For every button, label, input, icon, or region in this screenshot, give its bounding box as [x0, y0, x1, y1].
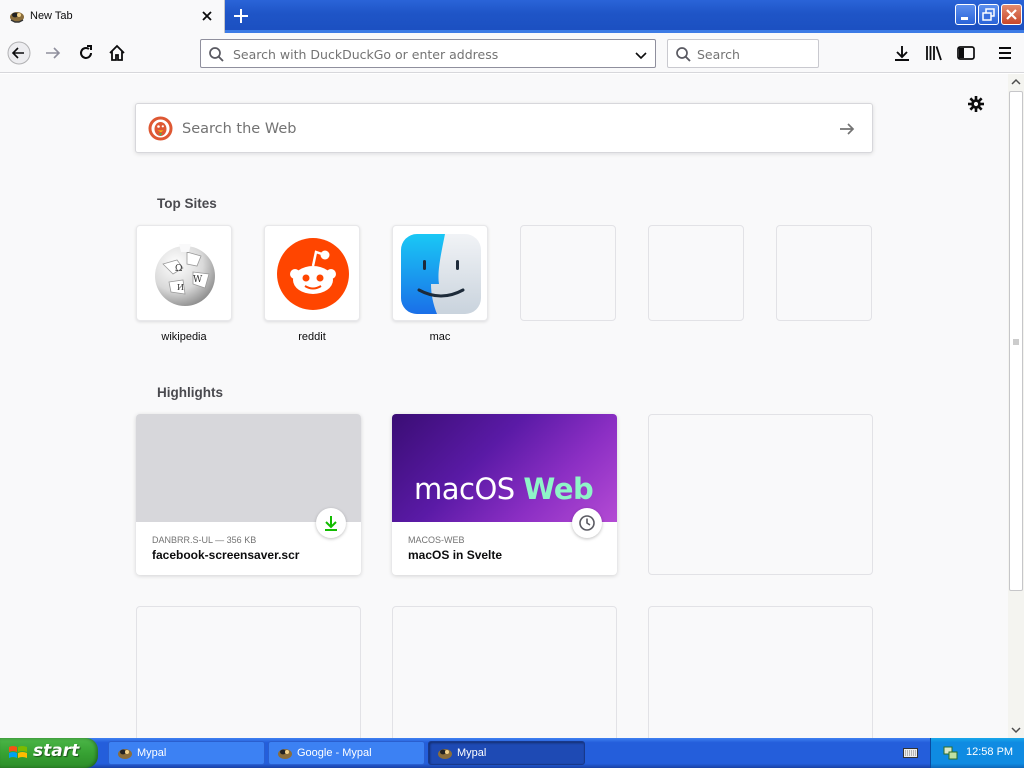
search-icon	[209, 47, 224, 62]
thumbnail-text: macOS Web	[414, 472, 594, 506]
top-sites-heading: Top Sites	[157, 196, 217, 211]
svg-text:W: W	[193, 275, 203, 285]
downloads-icon[interactable]	[890, 41, 914, 65]
search-bar[interactable]	[667, 39, 819, 68]
keyboard-icon[interactable]	[903, 747, 918, 759]
windows-flag-icon	[9, 746, 27, 758]
svg-text:И: И	[177, 283, 184, 292]
taskbar-item-label: Google - Mypal	[297, 747, 372, 759]
hamburger-menu-icon[interactable]	[993, 41, 1017, 65]
thumbnail-text-macos: macOS	[414, 472, 515, 506]
visited-badge	[572, 508, 602, 538]
highlight-card-macos-web[interactable]: macOS Web MACOS-WEB macOS in Svelte	[392, 414, 617, 575]
close-tab-icon[interactable]	[199, 8, 215, 24]
clock-icon	[579, 515, 595, 531]
highlight-placeholder	[648, 606, 873, 738]
top-site-placeholder[interactable]	[520, 225, 616, 321]
new-tab-page: Top Sites Ω W И wikipedia	[0, 74, 1008, 738]
highlight-title: macOS in Svelte	[408, 548, 503, 562]
web-search-box[interactable]	[135, 103, 873, 153]
reddit-alien-icon	[277, 238, 349, 310]
address-bar[interactable]	[200, 39, 656, 68]
download-icon	[325, 516, 337, 531]
start-button[interactable]: start	[0, 738, 98, 768]
mypal-app-icon	[438, 749, 452, 759]
address-input[interactable]	[233, 44, 628, 64]
taskbar-item-mypal[interactable]: Mypal	[108, 741, 265, 765]
close-window-button[interactable]	[1001, 4, 1022, 25]
chevron-down-icon[interactable]	[633, 47, 649, 63]
library-icon[interactable]	[922, 41, 946, 65]
system-tray: 12:58 PM	[930, 738, 1024, 768]
top-site-tile[interactable]	[392, 225, 488, 321]
taskbar-item-label: Mypal	[457, 747, 487, 759]
minimize-button[interactable]	[955, 4, 976, 25]
taskbar-item-mypal-active[interactable]: Mypal	[428, 741, 585, 765]
restore-icon	[982, 8, 995, 21]
new-tab-plus-icon[interactable]	[230, 6, 252, 26]
top-site-placeholder[interactable]	[648, 225, 744, 321]
search-icon	[676, 47, 691, 62]
reload-icon[interactable]	[74, 41, 98, 65]
top-site-mac[interactable]: mac	[392, 225, 488, 343]
top-site-empty[interactable]	[776, 225, 872, 321]
top-site-tile[interactable]	[264, 225, 360, 321]
search-input[interactable]	[697, 44, 812, 64]
gear-icon[interactable]	[966, 94, 986, 114]
web-search-input[interactable]	[182, 118, 822, 140]
highlight-placeholder	[392, 606, 617, 738]
forward-arrow-icon[interactable]	[41, 41, 65, 65]
top-site-label: mac	[429, 331, 451, 343]
top-site-placeholder[interactable]	[776, 225, 872, 321]
duckduckgo-logo-icon	[148, 116, 173, 141]
highlight-thumbnail: macOS Web	[392, 414, 617, 522]
highlights-heading: Highlights	[157, 385, 223, 400]
thumbnail-text-web: Web	[523, 472, 594, 506]
minimize-icon	[961, 17, 968, 20]
top-site-empty[interactable]	[520, 225, 616, 321]
tab-new-tab[interactable]: New Tab	[0, 0, 225, 33]
clock: 12:58 PM	[966, 746, 1014, 758]
taskbar-item-label: Mypal	[137, 747, 167, 759]
navigation-toolbar	[0, 33, 1024, 73]
highlight-placeholder	[136, 606, 361, 738]
download-badge	[316, 508, 346, 538]
top-site-wikipedia[interactable]: Ω W И wikipedia	[136, 225, 232, 343]
top-site-label: reddit	[298, 331, 326, 343]
mypal-app-icon	[118, 749, 132, 759]
wikipedia-globe-icon: Ω W И	[155, 244, 215, 306]
highlight-card-download[interactable]: DANBRR.S-UL — 356 KB facebook-screensave…	[136, 414, 361, 575]
mypal-app-icon	[278, 749, 292, 759]
back-arrow-icon[interactable]	[7, 41, 31, 65]
mypal-favicon-icon	[10, 12, 24, 23]
network-icon[interactable]	[943, 745, 959, 761]
start-label: start	[33, 741, 80, 761]
arrow-right-icon[interactable]	[837, 119, 857, 139]
sidebar-icon[interactable]	[954, 41, 978, 65]
tab-title: New Tab	[30, 10, 73, 22]
top-site-tile[interactable]: Ω W И	[136, 225, 232, 321]
highlight-thumbnail	[136, 414, 361, 522]
close-window-icon	[1006, 9, 1017, 20]
scroll-down-arrow-icon[interactable]	[1008, 722, 1024, 738]
macos-finder-icon	[401, 234, 481, 314]
svg-text:Ω: Ω	[175, 264, 182, 274]
top-site-empty[interactable]	[648, 225, 744, 321]
vertical-scrollbar[interactable]	[1008, 74, 1024, 738]
taskbar: start Mypal Google - Mypal Mypal 12:58 P…	[0, 738, 1024, 768]
taskbar-item-google-mypal[interactable]: Google - Mypal	[268, 741, 425, 765]
home-icon[interactable]	[105, 41, 129, 65]
top-site-reddit[interactable]: reddit	[264, 225, 360, 343]
grip-icon	[1013, 339, 1019, 345]
restore-button[interactable]	[978, 4, 999, 25]
highlight-placeholder	[648, 414, 873, 575]
highlight-title: facebook-screensaver.scr	[152, 548, 300, 562]
top-site-label: wikipedia	[161, 331, 207, 343]
scroll-up-arrow-icon[interactable]	[1008, 74, 1024, 90]
title-bar: New Tab	[0, 0, 1024, 33]
highlight-meta: DANBRR.S-UL — 356 KB	[152, 535, 257, 545]
scrollbar-thumb[interactable]	[1009, 91, 1023, 591]
highlight-meta: MACOS-WEB	[408, 535, 465, 545]
